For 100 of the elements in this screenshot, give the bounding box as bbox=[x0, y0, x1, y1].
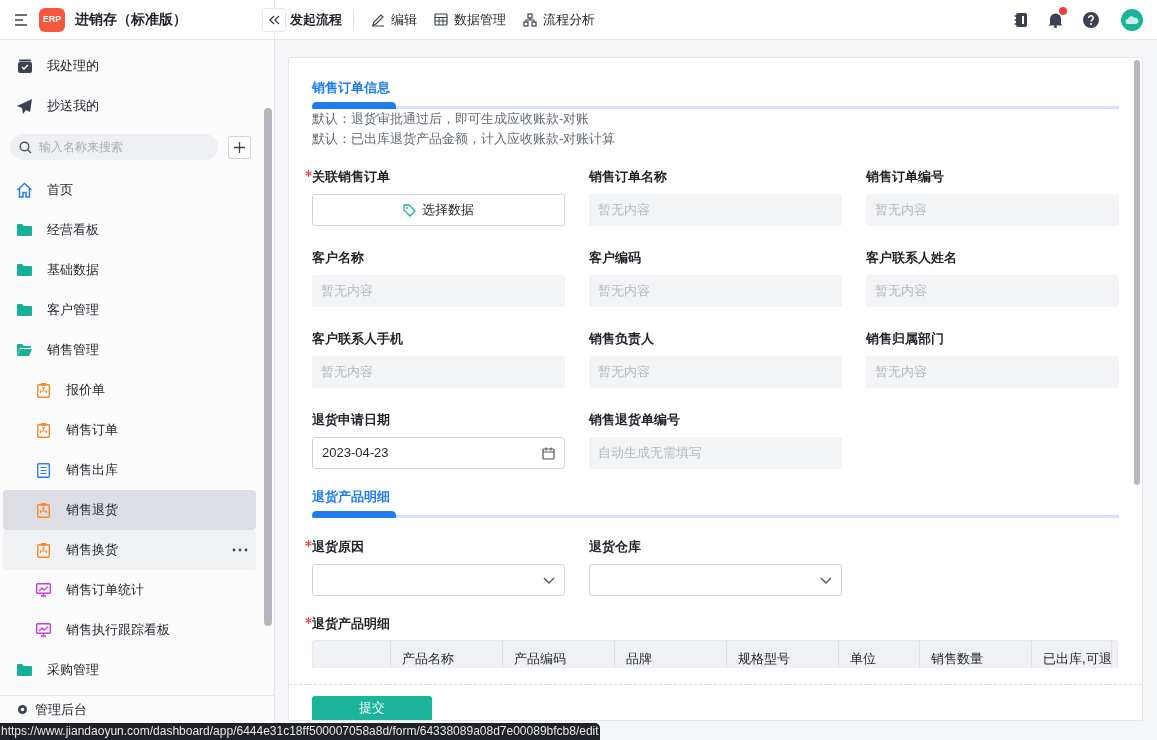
field-label: 关联销售订单 bbox=[312, 167, 390, 186]
readonly-field: 暂无内容 bbox=[312, 356, 565, 388]
column-header: 产品编码 bbox=[503, 641, 615, 668]
pencil-icon bbox=[371, 12, 385, 27]
field-label: 退货仓库 bbox=[589, 537, 641, 556]
select-data-button[interactable]: 选择数据 bbox=[312, 194, 565, 226]
dropdown-field[interactable] bbox=[589, 564, 842, 596]
open-folder-icon bbox=[17, 344, 32, 356]
field-label: 销售订单编号 bbox=[866, 167, 944, 186]
cloud-icon bbox=[1125, 14, 1139, 25]
monitor-chart-icon bbox=[36, 583, 51, 597]
field-label: 客户联系人姓名 bbox=[866, 248, 957, 267]
note-text: 默认：已出库退货产品金额，计入应收账款-对账计算 bbox=[312, 130, 617, 148]
toolbar-button[interactable]: 数据管理 bbox=[434, 9, 506, 30]
folder-icon bbox=[17, 304, 32, 316]
sidebar-item[interactable]: 我处理的 bbox=[0, 46, 274, 86]
scrollbar[interactable] bbox=[1134, 60, 1140, 485]
field-label: 客户联系人手机 bbox=[312, 329, 403, 348]
folder-icon bbox=[17, 664, 32, 676]
clipboard-icon bbox=[37, 382, 50, 398]
sidebar-item[interactable]: 报价单 bbox=[3, 370, 256, 410]
app-title: 进销存（标准版） bbox=[75, 10, 187, 29]
section-title: 销售订单信息 bbox=[312, 79, 391, 96]
gear-icon bbox=[16, 703, 29, 716]
readonly-field: 暂无内容 bbox=[589, 356, 842, 388]
bell-icon[interactable] bbox=[1048, 11, 1063, 28]
help-icon[interactable] bbox=[1083, 11, 1099, 28]
field-label: 销售负责人 bbox=[589, 329, 654, 348]
column-header: 已出库,可退 bbox=[1032, 641, 1112, 668]
search-icon bbox=[19, 141, 32, 154]
required-icon bbox=[305, 170, 312, 177]
sidebar-item[interactable]: 销售订单统计 bbox=[3, 570, 256, 610]
toolbar-button[interactable]: 编辑 bbox=[371, 9, 417, 30]
more-icon[interactable] bbox=[232, 548, 248, 552]
sidebar-item[interactable]: 客户管理 bbox=[3, 290, 256, 330]
document-icon bbox=[37, 462, 50, 478]
sidebar-item[interactable]: 抄送我的 bbox=[0, 86, 274, 126]
chevron-down-icon bbox=[543, 576, 555, 584]
admin-link[interactable]: 管理后台 bbox=[35, 699, 87, 720]
flowchart-icon bbox=[523, 12, 537, 27]
note-text: 默认：退货审批通过后，即可生成应收账款-对账 bbox=[312, 110, 591, 128]
add-button[interactable] bbox=[228, 135, 251, 159]
field-label: 销售归属部门 bbox=[866, 329, 944, 348]
app-logo: ERP bbox=[39, 7, 65, 32]
field-label: 退货申请日期 bbox=[312, 410, 390, 429]
column-header: 规格型号 bbox=[727, 641, 839, 668]
menu-icon[interactable] bbox=[14, 13, 28, 26]
column-header: 单位 bbox=[839, 641, 920, 668]
readonly-field: 暂无内容 bbox=[866, 194, 1119, 226]
sidebar-item[interactable]: 基础数据 bbox=[3, 250, 256, 290]
section-title: 退货产品明细 bbox=[312, 488, 391, 505]
readonly-field: 暂无内容 bbox=[312, 275, 565, 307]
calendar-icon bbox=[542, 446, 555, 460]
readonly-field: 暂无内容 bbox=[866, 275, 1119, 307]
sidebar-item[interactable]: 经营看板 bbox=[3, 210, 256, 250]
field-label: 销售退货单编号 bbox=[589, 410, 680, 429]
chevron-down-icon bbox=[820, 576, 832, 584]
status-url: https://www.jiandaoyun.com/dashboard/app/6444e31c18ff500007058a8d/form/64338089a08d7e00089bfcb8/edit bbox=[0, 723, 600, 740]
toolbar-button[interactable]: 流程分析 bbox=[523, 9, 595, 30]
plus-icon bbox=[234, 141, 245, 153]
inbox-check-icon bbox=[17, 58, 33, 74]
scrollbar[interactable] bbox=[264, 108, 272, 626]
clipboard-icon bbox=[37, 422, 50, 438]
field-label: 销售订单名称 bbox=[589, 167, 667, 186]
required-icon bbox=[305, 540, 312, 547]
readonly-field: 暂无内容 bbox=[589, 275, 842, 307]
dropdown-field[interactable] bbox=[312, 564, 565, 596]
search-field[interactable]: 输入名称来搜索 bbox=[10, 134, 218, 160]
clipboard-icon bbox=[37, 542, 50, 558]
sidebar-item[interactable]: 销售换货 bbox=[3, 530, 256, 570]
double-chevron-icon bbox=[268, 14, 280, 25]
home-icon bbox=[16, 182, 33, 198]
avatar[interactable] bbox=[1121, 8, 1143, 31]
sidebar-item[interactable]: 首页 bbox=[3, 170, 256, 210]
folder-icon bbox=[17, 264, 32, 276]
monitor-chart-icon bbox=[36, 623, 51, 637]
sidebar-item[interactable]: 销售管理 bbox=[3, 330, 256, 370]
field-label: 客户名称 bbox=[312, 248, 364, 267]
sidebar-item[interactable]: 销售订单 bbox=[3, 410, 256, 450]
field-label: 客户编码 bbox=[589, 248, 641, 267]
sidebar-item[interactable]: 销售出库 bbox=[3, 450, 256, 490]
table-icon bbox=[434, 13, 448, 26]
notebook-icon[interactable] bbox=[1014, 11, 1028, 28]
folder-icon bbox=[17, 224, 32, 236]
column-header: 销售数量 bbox=[920, 641, 1032, 668]
field-label: 退货原因 bbox=[312, 537, 364, 556]
field-label: 退货产品明细 bbox=[312, 614, 390, 633]
readonly-field: 暂无内容 bbox=[589, 194, 842, 226]
sidebar-item[interactable]: 销售退货 bbox=[3, 490, 256, 530]
page-title: 发起流程 bbox=[290, 8, 354, 31]
readonly-field: 暂无内容 bbox=[866, 356, 1119, 388]
clipboard-icon bbox=[37, 502, 50, 518]
column-header: 产品名称 bbox=[391, 641, 503, 668]
sidebar-item[interactable]: 采购管理 bbox=[3, 650, 256, 690]
column-header: 品牌 bbox=[615, 641, 727, 668]
sidebar-item[interactable]: 销售执行跟踪看板 bbox=[3, 610, 256, 650]
required-icon bbox=[305, 617, 312, 624]
tag-icon bbox=[403, 203, 416, 217]
date-field[interactable]: 2023-04-23 bbox=[312, 437, 565, 469]
collapse-button[interactable] bbox=[262, 7, 286, 32]
